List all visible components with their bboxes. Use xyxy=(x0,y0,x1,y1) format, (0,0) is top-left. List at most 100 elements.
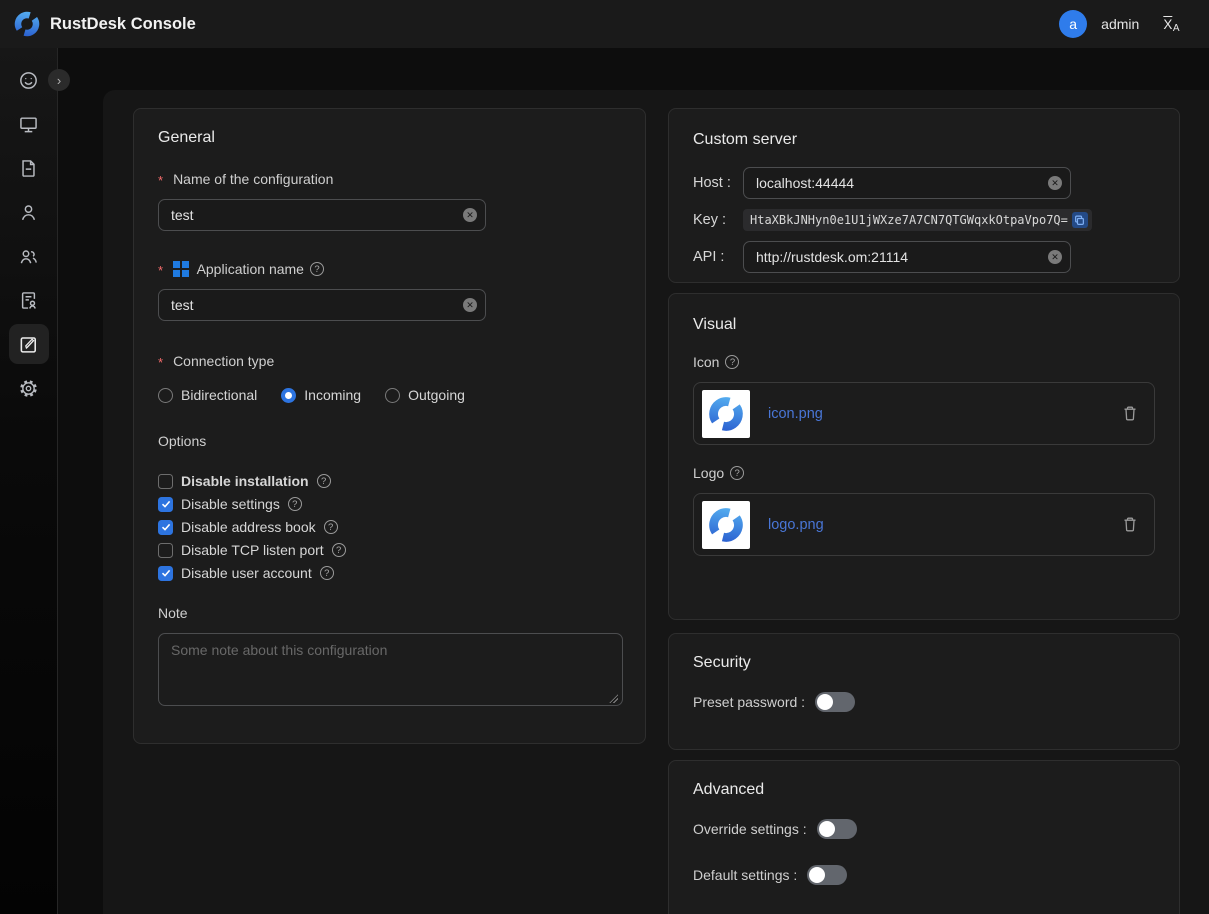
preset-password-toggle[interactable] xyxy=(815,692,855,712)
clear-icon[interactable]: ✕ xyxy=(463,298,477,312)
host-field: ✕ xyxy=(743,167,1071,199)
checkbox xyxy=(158,566,173,581)
main-content-panel: General Name of the configuration ✕ Appl… xyxy=(103,90,1209,914)
toggle-knob xyxy=(809,867,825,883)
sidebar-nav xyxy=(0,48,58,914)
custom-server-card: Custom server Host : ✕ Key : HtaXBkJNHyn… xyxy=(668,108,1180,283)
default-settings-label: Default settings : xyxy=(693,867,797,883)
override-settings-row: Override settings : xyxy=(693,819,1155,839)
option-disable-settings[interactable]: Disable settings ? xyxy=(158,496,621,512)
license-document-user-icon xyxy=(18,290,39,311)
devices-monitor-icon xyxy=(18,114,39,135)
api-field: ✕ xyxy=(743,241,1071,273)
key-label: Key : xyxy=(693,212,743,228)
checkbox xyxy=(158,543,173,558)
preset-password-row: Preset password : xyxy=(693,692,1155,712)
groups-icon xyxy=(18,246,39,267)
radio-incoming[interactable]: Incoming xyxy=(281,387,361,403)
help-icon[interactable]: ? xyxy=(288,497,302,511)
radio-dot xyxy=(158,388,173,403)
sidebar-item-license[interactable] xyxy=(9,280,49,320)
option-disable-tcp-listen-port[interactable]: Disable TCP listen port ? xyxy=(158,542,621,558)
option-disable-address-book[interactable]: Disable address book ? xyxy=(158,519,621,535)
translate-language-icon[interactable]: XA xyxy=(1163,16,1179,32)
application-name-input[interactable] xyxy=(158,289,486,321)
preset-password-label: Preset password : xyxy=(693,694,805,710)
visual-card: Visual Icon ? icon.png Logo ? xyxy=(668,293,1180,620)
note-textarea[interactable] xyxy=(158,633,623,706)
help-icon[interactable]: ? xyxy=(730,466,744,480)
custom-server-title: Custom server xyxy=(693,131,1155,149)
logo-thumbnail xyxy=(702,501,750,549)
option-disable-user-account[interactable]: Disable user account ? xyxy=(158,565,621,581)
sidebar-item-audit[interactable] xyxy=(9,148,49,188)
icon-file-row: icon.png xyxy=(693,382,1155,445)
advanced-card: Advanced Override settings : Default set… xyxy=(668,760,1180,914)
user-name[interactable]: admin xyxy=(1101,16,1139,32)
sidebar-item-custom-client[interactable] xyxy=(9,324,49,364)
clear-icon[interactable]: ✕ xyxy=(463,208,477,222)
sidebar-item-groups[interactable] xyxy=(9,236,49,276)
options-label: Options xyxy=(158,433,621,449)
api-label: API : xyxy=(693,249,743,265)
note-field xyxy=(158,633,621,711)
security-card: Security Preset password : xyxy=(668,633,1180,750)
resize-handle-icon[interactable] xyxy=(609,694,618,703)
host-input[interactable] xyxy=(743,167,1071,199)
icon-thumbnail xyxy=(702,390,750,438)
default-settings-row: Default settings : xyxy=(693,865,1155,885)
config-name-input[interactable] xyxy=(158,199,486,231)
config-name-field: ✕ xyxy=(158,199,486,231)
user-icon xyxy=(18,202,39,223)
application-name-label: Application name ? xyxy=(158,261,621,277)
general-card: General Name of the configuration ✕ Appl… xyxy=(133,108,646,744)
delete-trash-icon[interactable] xyxy=(1122,405,1138,422)
override-settings-toggle[interactable] xyxy=(817,819,857,839)
user-avatar[interactable]: a xyxy=(1059,10,1087,38)
icon-label: Icon ? xyxy=(693,354,1155,370)
advanced-title: Advanced xyxy=(693,781,1155,799)
radio-dot xyxy=(281,388,296,403)
toggle-knob xyxy=(817,694,833,710)
sidebar-item-dashboard[interactable] xyxy=(9,60,49,100)
security-title: Security xyxy=(693,654,1155,672)
application-name-field: ✕ xyxy=(158,289,486,321)
help-icon[interactable]: ? xyxy=(317,474,331,488)
icon-file-link[interactable]: icon.png xyxy=(768,406,823,422)
clear-icon[interactable]: ✕ xyxy=(1048,176,1062,190)
delete-trash-icon[interactable] xyxy=(1122,516,1138,533)
sidebar-item-users[interactable] xyxy=(9,192,49,232)
help-icon[interactable]: ? xyxy=(332,543,346,557)
top-navbar: RustDesk Console a admin XA xyxy=(0,0,1209,48)
help-icon[interactable]: ? xyxy=(324,520,338,534)
windows-logo-icon xyxy=(173,261,189,277)
checkbox xyxy=(158,474,173,489)
option-disable-installation[interactable]: Disable installation ? xyxy=(158,473,621,489)
radio-bidirectional[interactable]: Bidirectional xyxy=(158,387,257,403)
custom-client-edit-icon xyxy=(18,334,39,355)
dashboard-smiley-icon xyxy=(18,70,39,91)
logo-file-row: logo.png xyxy=(693,493,1155,556)
default-settings-toggle[interactable] xyxy=(807,865,847,885)
audit-document-icon xyxy=(18,158,39,179)
connection-type-group: Bidirectional Incoming Outgoing xyxy=(158,387,621,403)
help-icon[interactable]: ? xyxy=(725,355,739,369)
toggle-knob xyxy=(819,821,835,837)
sidebar-expand-button[interactable]: › xyxy=(48,69,70,91)
help-icon[interactable]: ? xyxy=(320,566,334,580)
visual-title: Visual xyxy=(693,316,1155,334)
sidebar-item-settings[interactable] xyxy=(9,368,49,408)
config-name-label: Name of the configuration xyxy=(158,171,621,187)
checkbox xyxy=(158,497,173,512)
host-label: Host : xyxy=(693,175,743,191)
logo-file-link[interactable]: logo.png xyxy=(768,517,824,533)
key-value: HtaXBkJNHyn0e1U1jWXze7A7CN7QTGWqxkOtpaVp… xyxy=(750,213,1068,227)
api-input[interactable] xyxy=(743,241,1071,273)
help-icon[interactable]: ? xyxy=(310,262,324,276)
radio-outgoing[interactable]: Outgoing xyxy=(385,387,465,403)
sidebar-item-devices[interactable] xyxy=(9,104,49,144)
key-field: HtaXBkJNHyn0e1U1jWXze7A7CN7QTGWqxkOtpaVp… xyxy=(743,209,1092,231)
clear-icon[interactable]: ✕ xyxy=(1048,250,1062,264)
copy-icon[interactable] xyxy=(1072,212,1088,228)
rustdesk-logo-icon xyxy=(14,11,40,37)
